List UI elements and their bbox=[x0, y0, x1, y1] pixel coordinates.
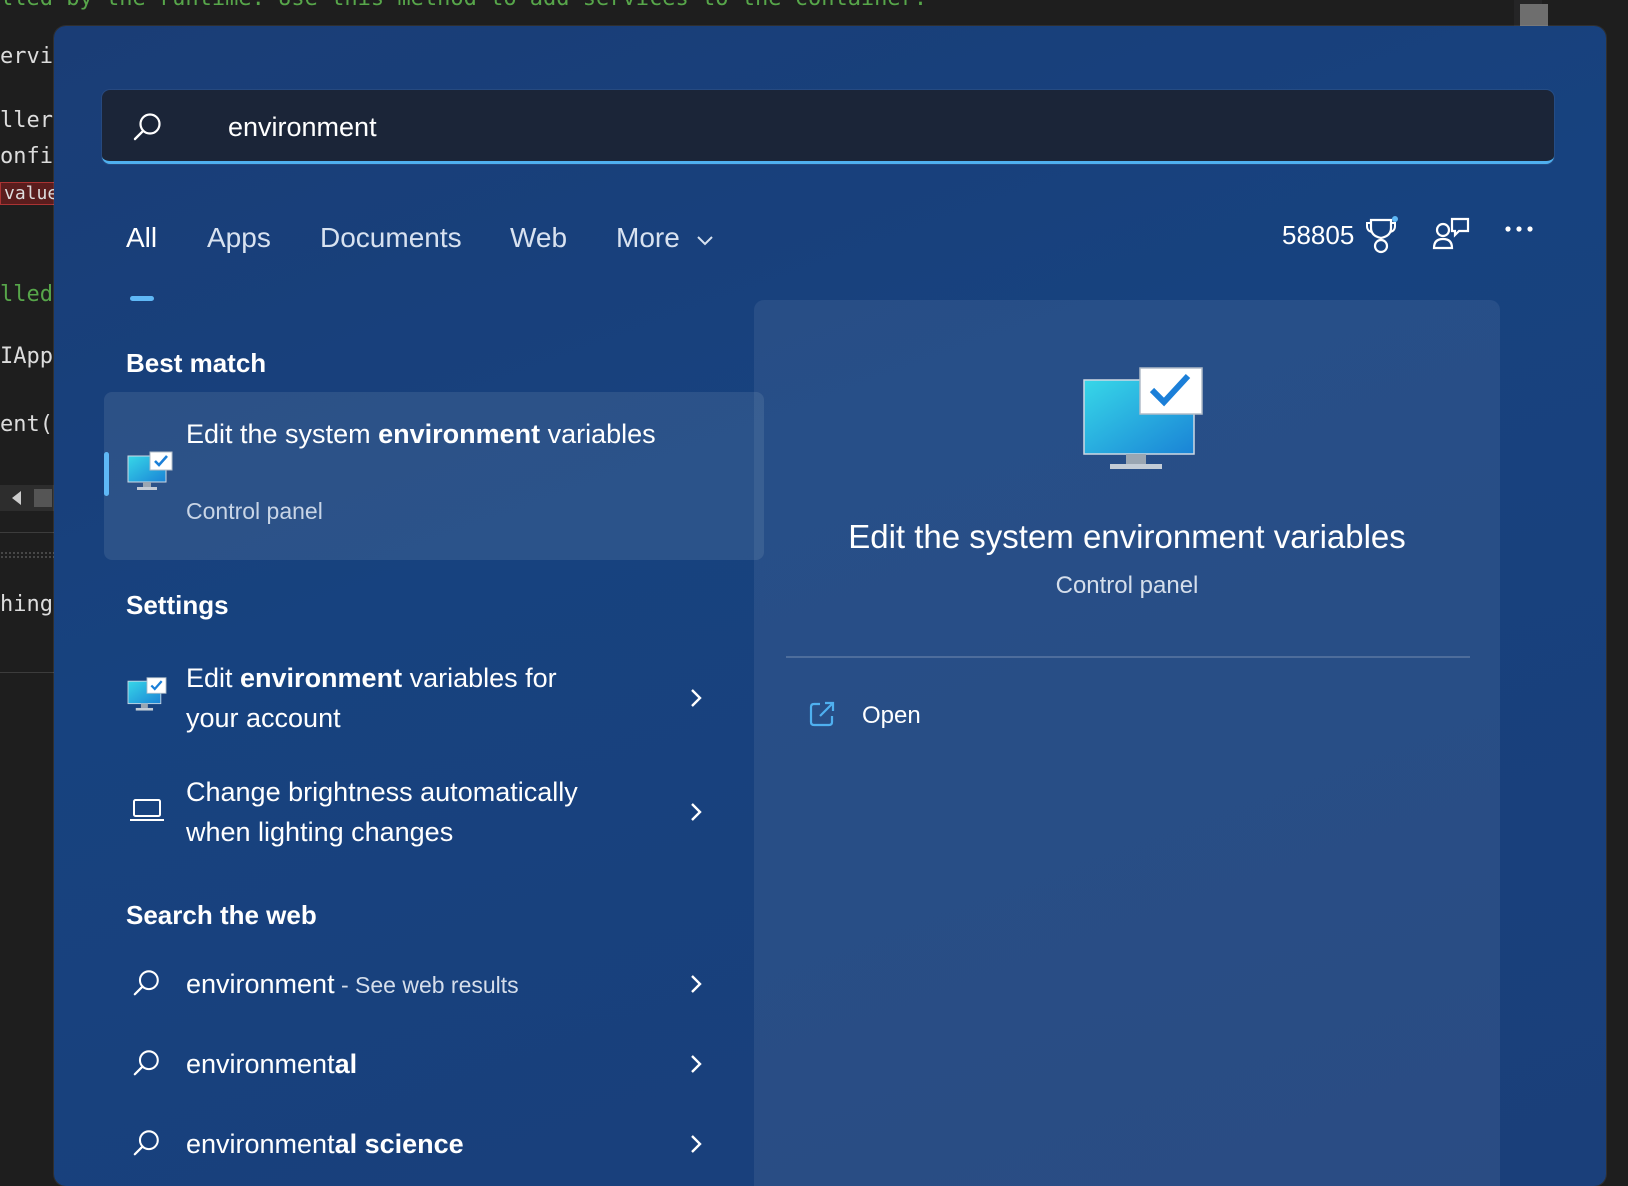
horizontal-scrollbar[interactable] bbox=[0, 485, 54, 511]
code-line: ent( bbox=[0, 412, 53, 437]
divider bbox=[0, 672, 56, 673]
title-text: Edit the system bbox=[186, 419, 379, 449]
control-panel-icon bbox=[1083, 367, 1203, 469]
chevron-right-icon[interactable] bbox=[688, 800, 704, 824]
scroll-left-icon[interactable] bbox=[12, 491, 21, 505]
search-icon bbox=[133, 970, 159, 996]
best-match-title: Edit the system environment variables bbox=[186, 414, 706, 454]
chevron-down-icon bbox=[696, 235, 713, 246]
more-options-icon[interactable] bbox=[1504, 224, 1534, 234]
code-line: lled bbox=[0, 282, 53, 307]
search-icon bbox=[133, 113, 161, 141]
tab-documents[interactable]: Documents bbox=[320, 222, 462, 254]
settings-result-title: Edit environment variables for your acco… bbox=[186, 658, 606, 738]
settings-result-title: Change brightness automatically when lig… bbox=[186, 777, 578, 847]
query-text: environment bbox=[186, 969, 335, 999]
best-match-subtitle: Control panel bbox=[186, 498, 323, 524]
chevron-right-icon[interactable] bbox=[688, 972, 704, 996]
open-action[interactable]: Open bbox=[862, 702, 921, 730]
best-match-heading: Best match bbox=[126, 348, 267, 378]
people-chat-icon[interactable] bbox=[1432, 214, 1472, 254]
settings-result[interactable]: Change brightness automatically when lig… bbox=[104, 762, 764, 858]
splitter-grip[interactable] bbox=[0, 551, 54, 559]
preview-title: Edit the system environment variables bbox=[848, 518, 1406, 555]
divider bbox=[0, 532, 56, 533]
settings-result[interactable]: Edit environment variables for your acco… bbox=[104, 648, 764, 744]
web-result-title: environmental science bbox=[186, 1124, 464, 1164]
tab-web[interactable]: Web bbox=[510, 222, 567, 254]
code-line: lled by the runtime. Use this method to … bbox=[0, 0, 927, 11]
search-icon bbox=[133, 1050, 159, 1076]
divider bbox=[786, 656, 1470, 658]
error-value-badge: value bbox=[0, 182, 63, 205]
search-panel: All Apps Documents Web More 58805 Best m… bbox=[54, 26, 1606, 1186]
web-result-title: environment - See web results bbox=[186, 964, 519, 1005]
control-panel-icon bbox=[127, 677, 167, 711]
web-result[interactable]: environmental bbox=[104, 1032, 764, 1098]
web-result-title: environmental bbox=[186, 1044, 357, 1084]
chevron-right-icon[interactable] bbox=[688, 1052, 704, 1076]
query-completion: al bbox=[334, 1049, 358, 1079]
search-icon bbox=[133, 1130, 159, 1156]
best-match-result[interactable]: Edit the system environment variables Co… bbox=[104, 392, 764, 560]
rewards-trophy-icon[interactable] bbox=[1364, 214, 1398, 256]
open-external-icon[interactable] bbox=[808, 700, 836, 728]
title-highlight: environment bbox=[378, 419, 541, 449]
see-web-results-label: - See web results bbox=[334, 972, 519, 998]
active-tab-indicator bbox=[130, 296, 154, 301]
laptop-icon bbox=[130, 799, 164, 821]
preview-subtitle: Control panel bbox=[1055, 572, 1199, 599]
search-web-heading: Search the web bbox=[126, 900, 317, 930]
title-text: Edit bbox=[186, 663, 241, 693]
web-result[interactable]: environment - See web results bbox=[104, 952, 764, 1018]
tab-apps[interactable]: Apps bbox=[207, 222, 271, 254]
scroll-thumb[interactable] bbox=[34, 489, 52, 507]
control-panel-icon bbox=[127, 451, 173, 490]
search-input[interactable] bbox=[226, 102, 1530, 152]
preview-pane: Edit the system environment variables Co… bbox=[754, 300, 1500, 1186]
rewards-points[interactable]: 58805 bbox=[1282, 220, 1354, 251]
query-text: environment bbox=[186, 1129, 335, 1159]
tab-more[interactable]: More bbox=[616, 222, 714, 254]
code-line-error: value bbox=[0, 180, 63, 205]
chevron-right-icon[interactable] bbox=[688, 1132, 704, 1156]
tab-all[interactable]: All bbox=[126, 222, 157, 254]
title-text: variables bbox=[540, 419, 656, 449]
tab-more-label: More bbox=[616, 222, 680, 253]
title-highlight: environment bbox=[240, 663, 403, 693]
search-box[interactable] bbox=[102, 90, 1554, 164]
chevron-right-icon[interactable] bbox=[688, 686, 704, 710]
code-line: IApp bbox=[0, 344, 53, 369]
web-result[interactable]: environmental science bbox=[104, 1112, 764, 1178]
query-completion: al science bbox=[334, 1129, 464, 1159]
selection-indicator bbox=[104, 452, 109, 496]
query-text: environment bbox=[186, 1049, 335, 1079]
settings-heading: Settings bbox=[126, 590, 229, 620]
